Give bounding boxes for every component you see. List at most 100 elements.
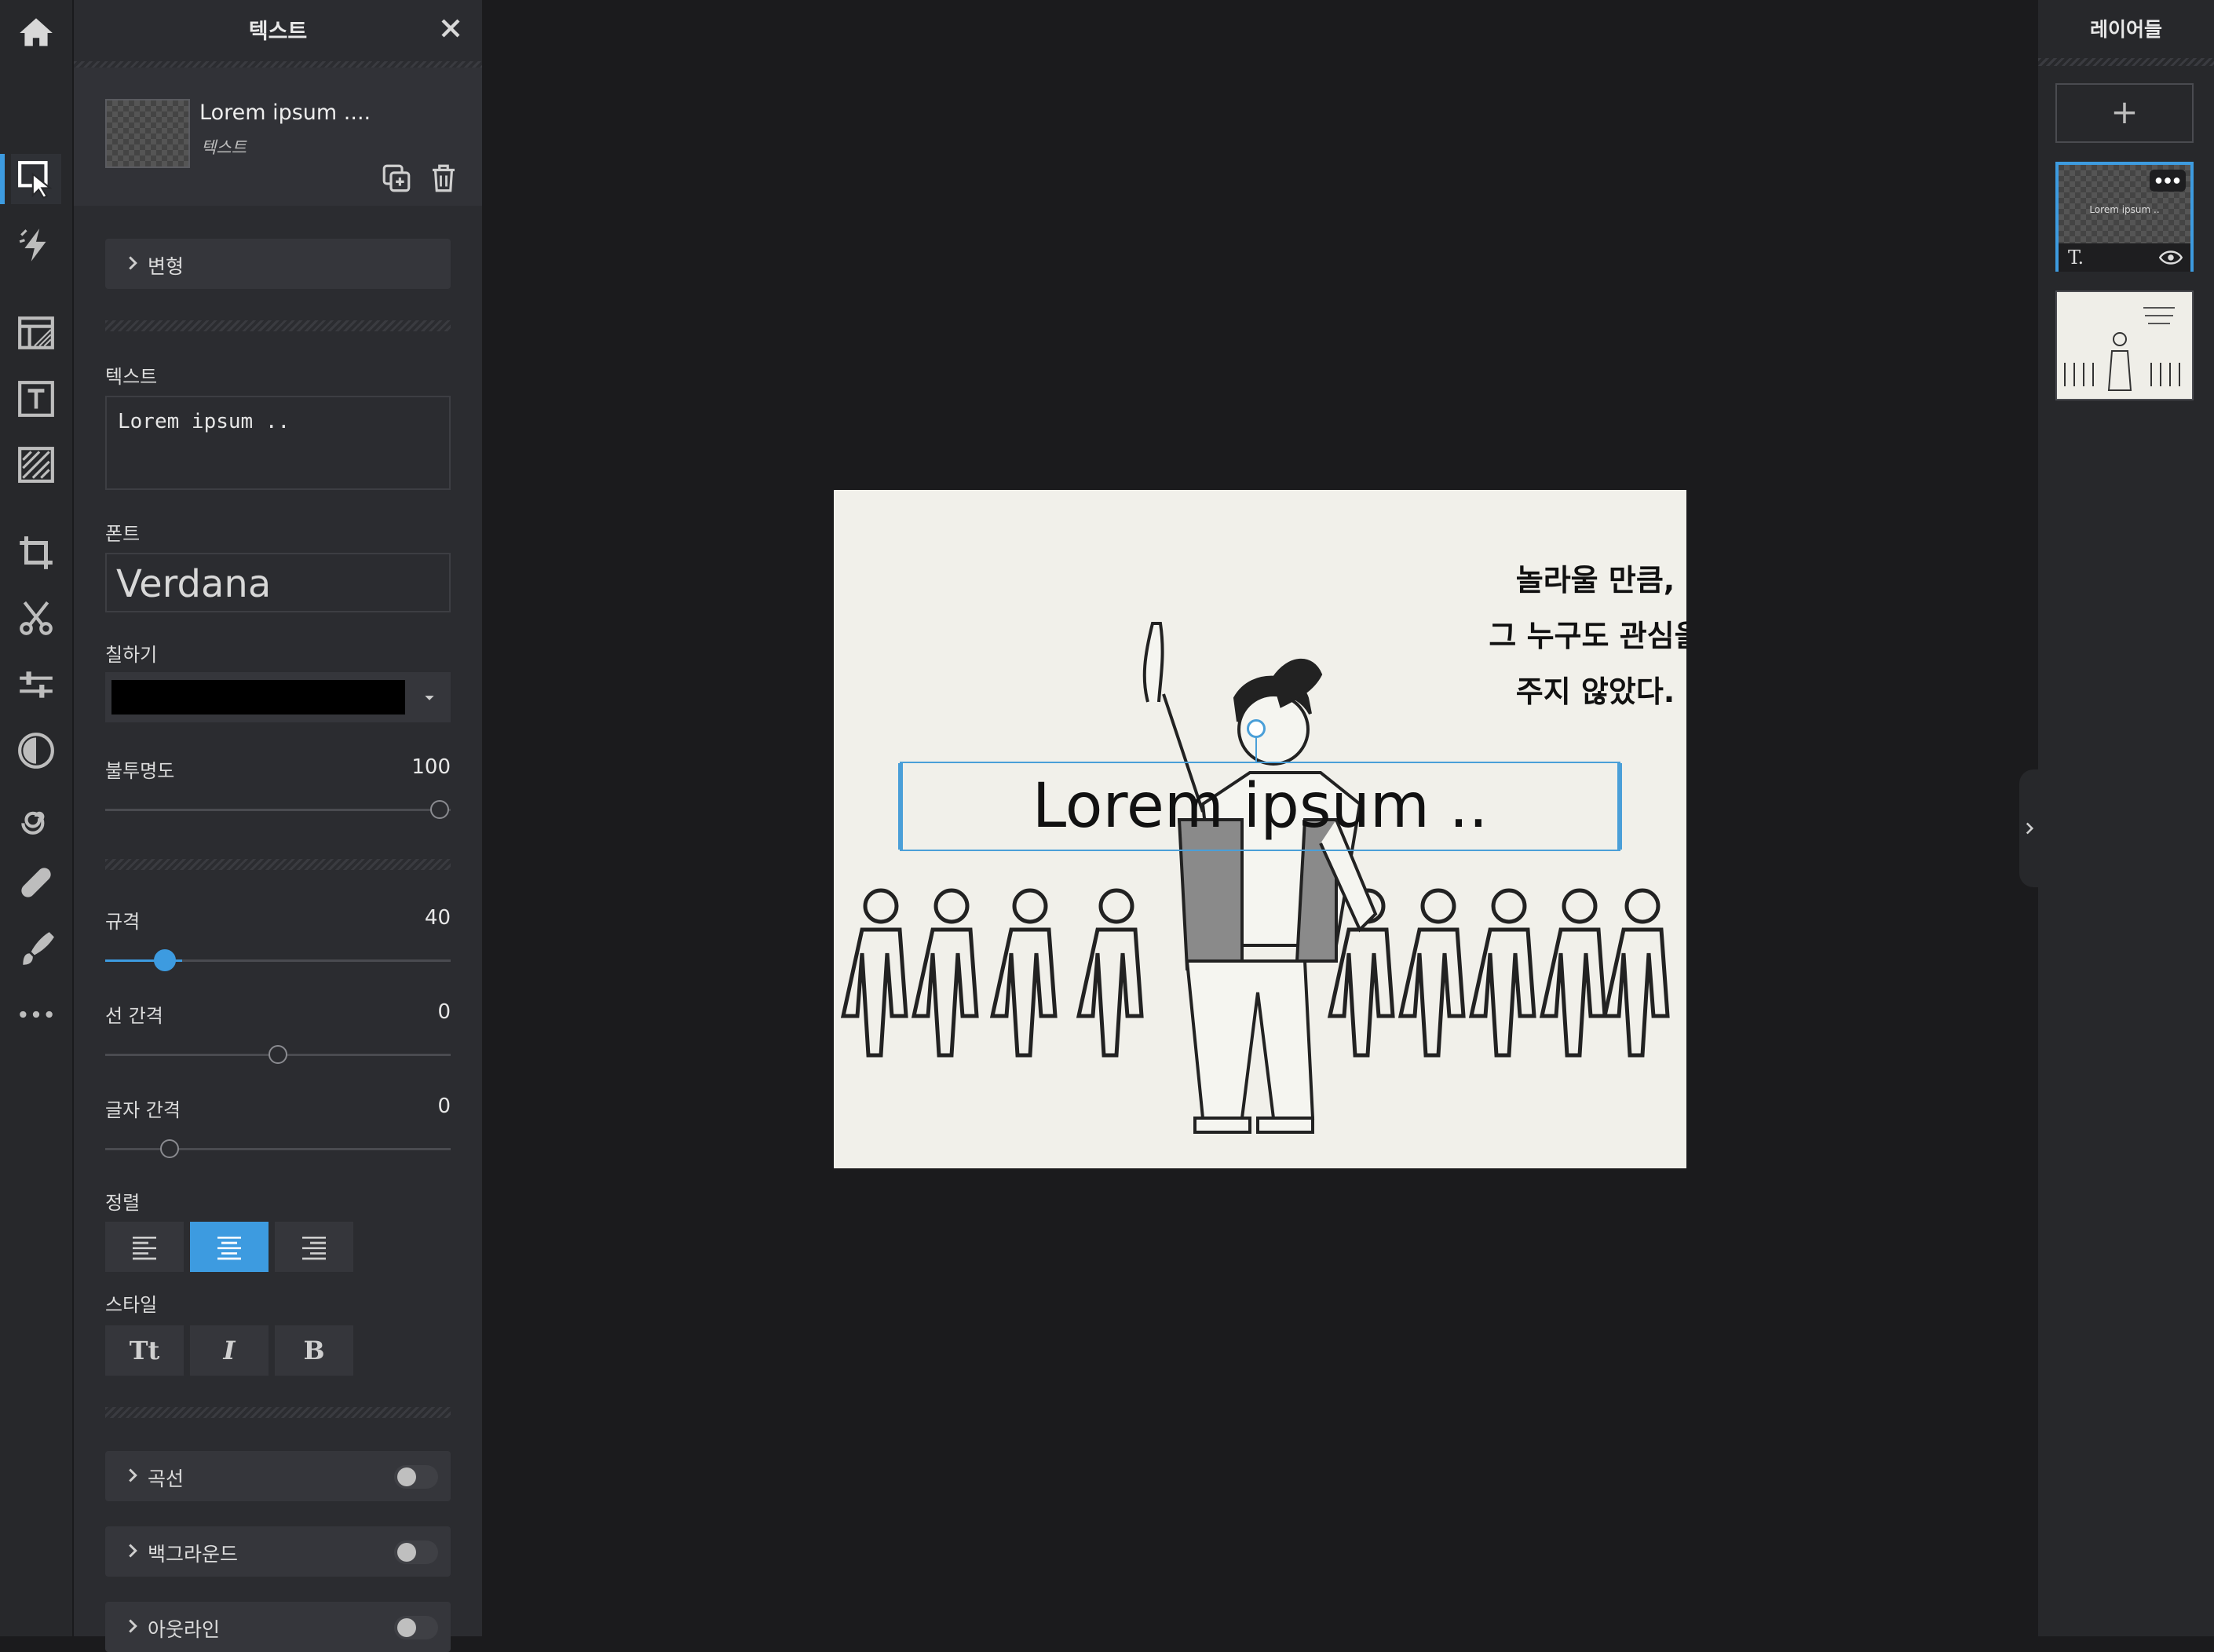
letter-spacing-slider[interactable] <box>105 1148 451 1150</box>
style-italic-button[interactable]: I <box>190 1325 269 1376</box>
text-properties-panel: 텍스트 Lorem ipsum .... 텍스트 변형 텍스트 Lorem ip… <box>74 0 482 1652</box>
crowd-figure <box>989 888 1058 1058</box>
text-input[interactable]: Lorem ipsum .. <box>105 396 451 490</box>
brush-tool[interactable] <box>11 923 61 974</box>
crop-icon <box>20 536 53 569</box>
letter-spacing-value: 0 <box>437 1095 451 1118</box>
align-left-icon <box>133 1237 156 1260</box>
home-button[interactable] <box>11 8 61 58</box>
line-spacing-label: 선 간격 <box>105 1005 163 1027</box>
caption-line: 그 누구도 관심을 <box>1489 619 1686 653</box>
align-center-button[interactable] <box>190 1222 269 1272</box>
chevron-down-icon <box>425 696 434 700</box>
hatch-square-icon <box>18 447 54 483</box>
line-spacing-slider-handle[interactable] <box>269 1045 287 1064</box>
layers-collapse-tab[interactable] <box>2019 769 2040 887</box>
chevron-right-icon <box>129 1544 137 1558</box>
size-slider-handle[interactable] <box>154 949 176 971</box>
outline-section-toggle[interactable]: 아웃라인 <box>105 1602 451 1652</box>
filter-tool[interactable] <box>11 725 61 776</box>
texture-tool[interactable] <box>11 440 61 490</box>
spiral-icon <box>21 811 45 835</box>
layer-thumb-text: Lorem ipsum .. <box>2089 204 2160 215</box>
add-layer-button[interactable]: + <box>2055 83 2194 143</box>
style-case-button[interactable]: Tt <box>105 1325 184 1376</box>
fill-color-picker[interactable] <box>105 672 451 722</box>
style-bold-button[interactable]: B <box>275 1325 353 1376</box>
opacity-label: 불투명도 <box>105 760 175 782</box>
cut-tool[interactable] <box>11 594 61 644</box>
layer-item-footer: T. <box>2059 243 2190 272</box>
layer-item-text[interactable]: Lorem ipsum .. T. <box>2055 162 2194 272</box>
delete-layer-button[interactable] <box>427 162 460 195</box>
text-input-value: Lorem ipsum .. <box>118 410 290 433</box>
layers-panel: 레이어들 + Lorem ipsum .. T. <box>2038 0 2214 1636</box>
line-spacing-value: 0 <box>437 1000 451 1024</box>
text-box-icon <box>18 381 54 417</box>
opacity-slider[interactable] <box>105 809 451 811</box>
resize-handle-left[interactable] <box>898 763 903 850</box>
outline-label: 아웃라인 <box>148 1618 221 1641</box>
crowd-figure <box>911 888 979 1058</box>
crowd-figure <box>1397 888 1466 1058</box>
opacity-slider-handle[interactable] <box>430 800 449 819</box>
duplicate-icon <box>382 164 411 192</box>
more-dots-icon <box>2155 177 2180 184</box>
close-icon <box>441 19 460 38</box>
layers-title: 레이어들 <box>2089 18 2162 41</box>
opacity-value: 100 <box>411 755 451 779</box>
align-right-icon <box>302 1237 326 1260</box>
crop-tool[interactable] <box>11 528 61 578</box>
crowd-figure <box>1076 888 1144 1058</box>
more-dots-icon <box>20 1011 53 1018</box>
background-section-toggle[interactable]: 백그라운드 <box>105 1526 451 1577</box>
text-layer-selection-box[interactable]: Lorem ipsum .. <box>898 719 1622 851</box>
layer-item-image[interactable] <box>2055 291 2194 400</box>
letter-spacing-label: 글자 간격 <box>105 1099 181 1121</box>
crowd-figure <box>840 888 908 1058</box>
rotate-handle[interactable] <box>1247 719 1266 738</box>
adjust-tool[interactable] <box>11 660 61 710</box>
align-center-icon <box>217 1237 241 1260</box>
layout-tool[interactable] <box>11 308 61 358</box>
close-panel-button[interactable] <box>435 13 466 44</box>
layout-icon <box>18 316 54 349</box>
quick-actions-tool[interactable] <box>11 220 61 270</box>
section-divider <box>105 1407 451 1418</box>
font-selector[interactable]: Verdana <box>105 553 451 612</box>
home-icon <box>20 18 53 46</box>
canvas-caption: 놀라울 만큼, 그 누구도 관심을 주지 않았다. <box>1383 553 1686 720</box>
duplicate-layer-button[interactable] <box>380 162 413 195</box>
curve-toggle-switch[interactable] <box>394 1465 438 1489</box>
resize-handle-right[interactable] <box>1617 763 1622 850</box>
section-divider <box>105 859 451 870</box>
curve-section-toggle[interactable]: 곡선 <box>105 1451 451 1501</box>
layer-thumbnail <box>105 99 190 168</box>
background-toggle-switch[interactable] <box>394 1541 438 1564</box>
align-right-button[interactable] <box>275 1222 353 1272</box>
chevron-right-icon <box>2026 822 2034 835</box>
transform-section-toggle[interactable]: 변형 <box>105 239 451 289</box>
font-label: 폰트 <box>105 523 141 545</box>
size-value: 40 <box>424 906 451 930</box>
effects-tool[interactable] <box>11 791 61 842</box>
layer-name: Lorem ipsum .... <box>199 101 371 125</box>
crowd-figure <box>1602 888 1670 1058</box>
trash-icon <box>433 164 455 192</box>
text-tool[interactable] <box>11 374 61 424</box>
more-tools-button[interactable] <box>11 989 61 1040</box>
eye-icon[interactable] <box>2159 248 2183 267</box>
italic-icon: I <box>223 1336 236 1365</box>
lightning-icon <box>19 228 46 261</box>
selected-layer-card: Lorem ipsum .... 텍스트 <box>74 68 482 206</box>
select-arrow-icon <box>18 161 53 199</box>
align-left-button[interactable] <box>105 1222 184 1272</box>
image-canvas[interactable]: 놀라울 만큼, 그 누구도 관심을 주지 않았다. Lorem ipsum .. <box>834 490 1686 1168</box>
size-label: 규격 <box>105 911 141 933</box>
layer-options-button[interactable] <box>2150 170 2186 192</box>
heal-tool[interactable] <box>11 857 61 908</box>
scissors-icon <box>20 601 53 635</box>
letter-spacing-slider-handle[interactable] <box>160 1139 179 1158</box>
select-tool[interactable] <box>0 154 61 204</box>
background-label: 백그라운드 <box>148 1543 239 1566</box>
